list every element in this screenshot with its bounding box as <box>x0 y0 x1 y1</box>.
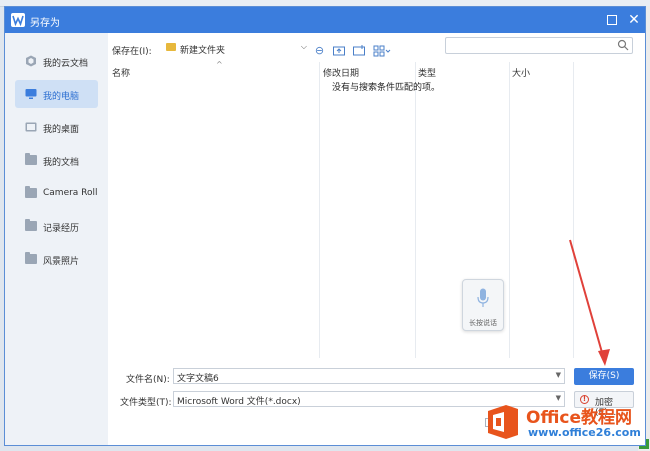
watermark-url: www.office26.com <box>528 426 641 439</box>
watermark-title: Office教程网 <box>526 408 633 428</box>
office-logo-icon <box>488 405 518 439</box>
watermark: Office教程网 www.office26.com <box>484 403 646 445</box>
annotation-arrow <box>569 239 610 366</box>
